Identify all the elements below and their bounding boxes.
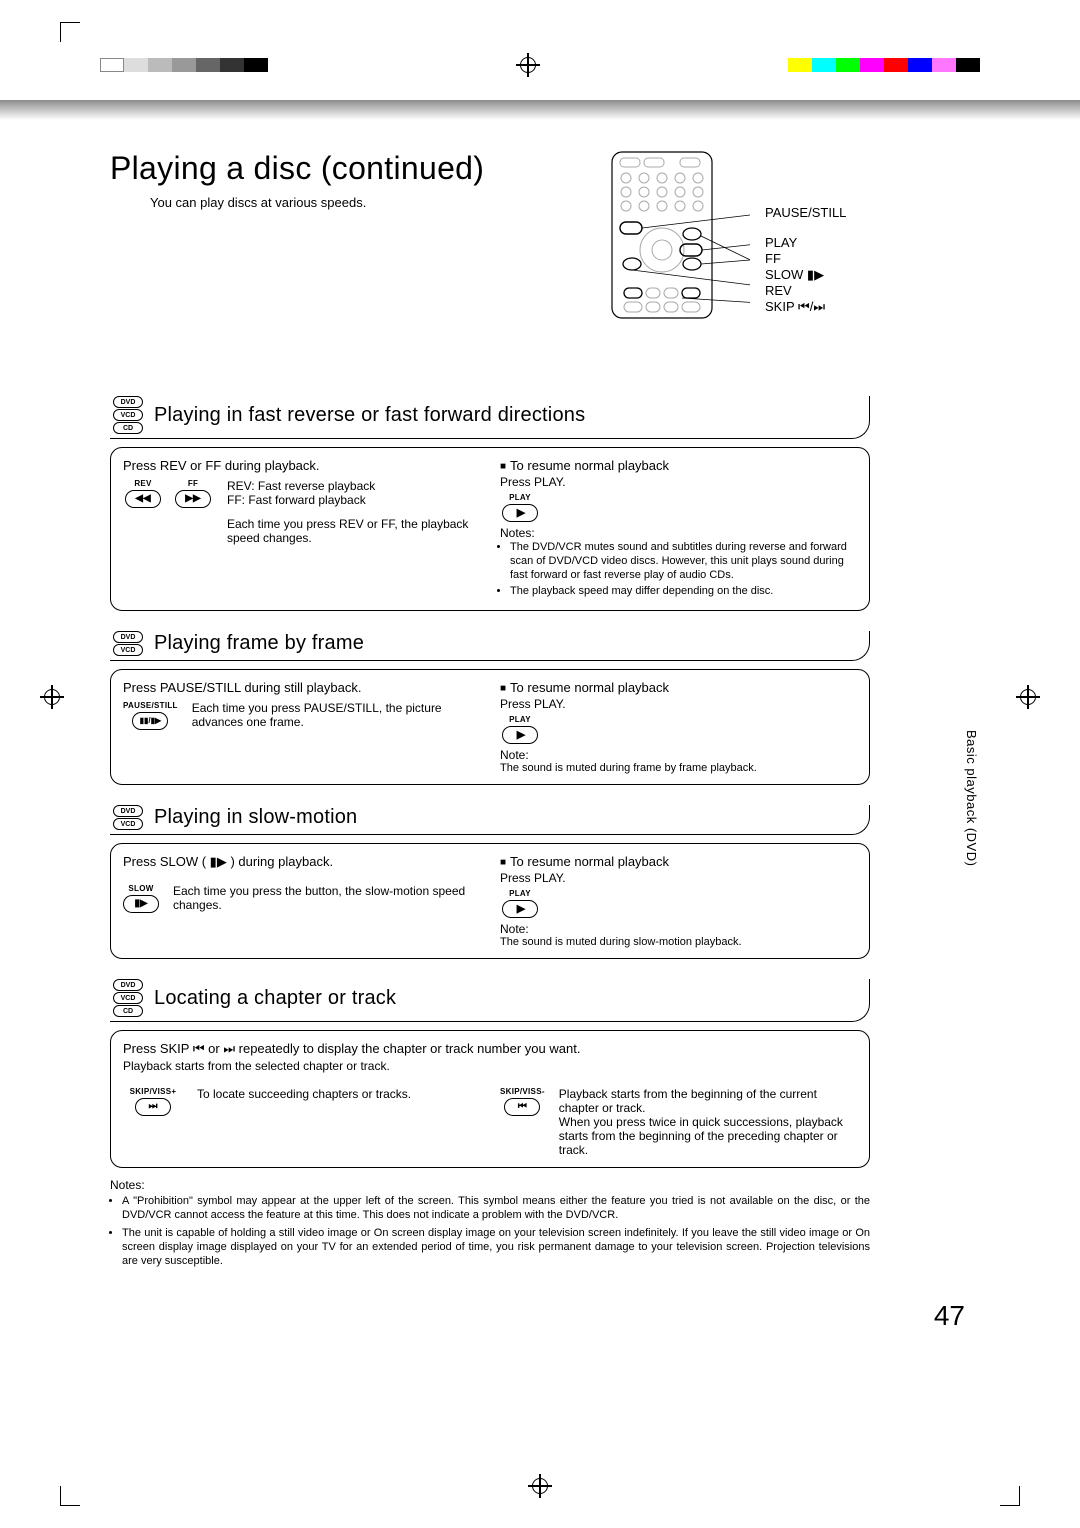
disc-badge: CD: [113, 422, 143, 434]
resume-head: To resume normal playback: [500, 458, 857, 473]
play-button-icon: PLAY: [500, 889, 540, 918]
resume-body: Press PLAY.: [500, 475, 857, 489]
remote-label-rev: REV: [765, 283, 846, 299]
skip-minus-text1: Playback starts from the beginning of th…: [559, 1087, 857, 1115]
note-item: The DVD/VCR mutes sound and subtitles du…: [510, 540, 857, 582]
grayscale-swatch: [100, 58, 268, 72]
crop-mark-icon: [60, 1476, 90, 1506]
section-head-fastrev: DVD VCD CD Playing in fast reverse or fa…: [110, 396, 870, 439]
footer-note-item: The unit is capable of holding a still v…: [122, 1226, 870, 1268]
slow-button-icon: SLOW ▮▶: [123, 884, 159, 913]
left-note: Each time you press REV or FF, the playb…: [227, 517, 480, 545]
content-area: Playing a disc (continued) You can play …: [110, 150, 965, 1272]
remote-diagram: PAUSE/STILL PLAY FF SLOW ▮▶ REV SKIP ⏮/⏭: [595, 150, 915, 330]
section-title: Playing in slow-motion: [154, 806, 357, 829]
footer-notes: Notes: A "Prohibition" symbol may appear…: [110, 1178, 870, 1268]
def-ff: FF: Fast forward playback: [227, 493, 480, 507]
note-label: Note:: [500, 922, 857, 936]
section-title: Locating a chapter or track: [154, 987, 396, 1010]
def-rev: REV: Fast reverse playback: [227, 479, 480, 493]
disc-badge: VCD: [113, 818, 143, 830]
section-body-locate: Press SKIP ⏮ or ⏭ repeatedly to display …: [110, 1030, 870, 1168]
resume-head: To resume normal playback: [500, 854, 857, 869]
note-label: Note:: [500, 748, 857, 762]
skip-next-button-icon: SKIP/VISS+ ⏭: [123, 1087, 183, 1116]
skip-minus-text2: When you press twice in quick succession…: [559, 1115, 857, 1157]
sub-instruction: Playback starts from the selected chapte…: [123, 1059, 857, 1073]
section-body-fastrev: Press REV or FF during playback. REV ◀◀ …: [110, 447, 870, 611]
instruction-text: Press REV or FF during playback.: [123, 458, 480, 473]
disc-badge: VCD: [113, 409, 143, 421]
disc-badge: DVD: [113, 979, 143, 991]
section-head-locate: DVD VCD CD Locating a chapter or track: [110, 979, 870, 1022]
remote-label-pause: PAUSE/STILL: [765, 205, 846, 221]
section-title: Playing frame by frame: [154, 632, 364, 655]
disc-badge: VCD: [113, 644, 143, 656]
disc-badge: DVD: [113, 396, 143, 408]
remote-label-play: PLAY: [765, 235, 846, 251]
page-body: Playing a disc (continued) You can play …: [0, 100, 1080, 1450]
remote-label-skip: SKIP ⏮/⏭: [765, 299, 846, 315]
color-swatch: [788, 58, 980, 72]
disc-badge: CD: [113, 1005, 143, 1017]
disc-badge: DVD: [113, 631, 143, 643]
top-gradient: [0, 100, 1080, 120]
instruction-text: Press SKIP ⏮ or ⏭ repeatedly to display …: [123, 1041, 857, 1057]
skip-prev-button-icon: SKIP/VISS- ⏮: [500, 1087, 545, 1116]
left-note: Each time you press the button, the slow…: [173, 884, 480, 912]
footer-notes-label: Notes:: [110, 1178, 870, 1192]
section-head-frame: DVD VCD Playing frame by frame: [110, 631, 870, 661]
play-button-icon: PLAY: [500, 715, 540, 744]
disc-badge: DVD: [113, 805, 143, 817]
side-tab-label: Basic playback (DVD): [964, 730, 979, 866]
pause-button-icon: PAUSE/STILL ▮▮/▮▶: [123, 701, 178, 730]
ff-button-icon: FF ▶▶: [173, 479, 213, 508]
disc-badge: VCD: [113, 992, 143, 1004]
remote-label-ff: FF: [765, 251, 846, 267]
instruction-text: Press PAUSE/STILL during still playback.: [123, 680, 480, 695]
skip-plus-text: To locate succeeding chapters or tracks.: [197, 1087, 411, 1101]
note-text: The sound is muted during slow-motion pl…: [500, 936, 857, 948]
resume-head: To resume normal playback: [500, 680, 857, 695]
print-registration-bar: [0, 50, 1080, 80]
section-head-slow: DVD VCD Playing in slow-motion: [110, 805, 870, 835]
remote-label-slow: SLOW ▮▶: [765, 267, 846, 283]
resume-body: Press PLAY.: [500, 871, 857, 885]
instruction-text: Press SLOW ( ▮▶ ) during playback.: [123, 854, 480, 870]
remote-svg-icon: [610, 150, 750, 320]
note-text: The sound is muted during frame by frame…: [500, 762, 857, 774]
play-button-icon: PLAY: [500, 493, 540, 522]
registration-mark-icon: [516, 53, 540, 77]
section-body-frame: Press PAUSE/STILL during still playback.…: [110, 669, 870, 785]
crop-mark-icon: [990, 1476, 1020, 1506]
footer-note-item: A "Prohibition" symbol may appear at the…: [122, 1194, 870, 1222]
rev-button-icon: REV ◀◀: [123, 479, 163, 508]
resume-body: Press PLAY.: [500, 697, 857, 711]
section-body-slow: Press SLOW ( ▮▶ ) during playback. SLOW …: [110, 843, 870, 959]
notes-label: Notes:: [500, 526, 857, 540]
registration-mark-bottom-icon: [528, 1474, 552, 1498]
crop-mark-icon: [60, 22, 90, 52]
note-item: The playback speed may differ depending …: [510, 584, 857, 598]
left-note: Each time you press PAUSE/STILL, the pic…: [192, 701, 480, 729]
page-number: 47: [934, 1300, 965, 1332]
section-title: Playing in fast reverse or fast forward …: [154, 404, 585, 427]
